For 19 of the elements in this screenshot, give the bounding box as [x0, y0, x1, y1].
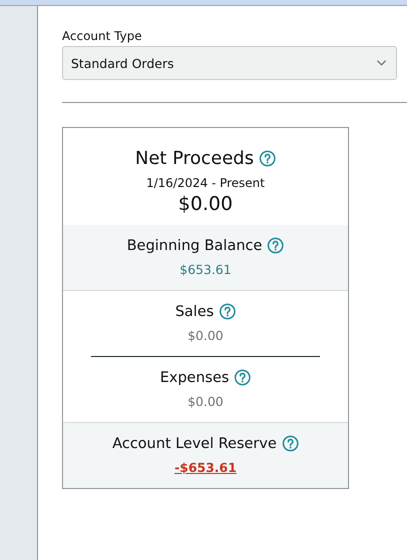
amount-value: $0.00 [188, 328, 224, 343]
help-icon[interactable] [258, 150, 276, 167]
amount-link[interactable]: -$653.61 [174, 460, 237, 475]
help-icon[interactable] [234, 369, 252, 386]
field-label: Account Type [62, 29, 143, 43]
row-label: Beginning Balance [126, 238, 262, 254]
row-label: Sales [175, 304, 214, 320]
amount-value: $0.00 [188, 394, 224, 409]
help-icon[interactable] [282, 435, 299, 452]
account-type-dropdown[interactable]: Standard Orders [62, 46, 397, 80]
help-icon[interactable] [267, 237, 284, 254]
help-icon[interactable] [218, 303, 236, 320]
row-label: Account Level Reserve [112, 436, 277, 452]
date-range: 1/16/2024 - Present [146, 176, 265, 190]
chevron-down-icon [376, 59, 387, 67]
card-title: Net Proceeds [135, 148, 254, 169]
amount-value: $653.61 [180, 262, 232, 277]
row-label: Expenses [160, 370, 230, 386]
total-amount: $0.00 [178, 193, 233, 215]
